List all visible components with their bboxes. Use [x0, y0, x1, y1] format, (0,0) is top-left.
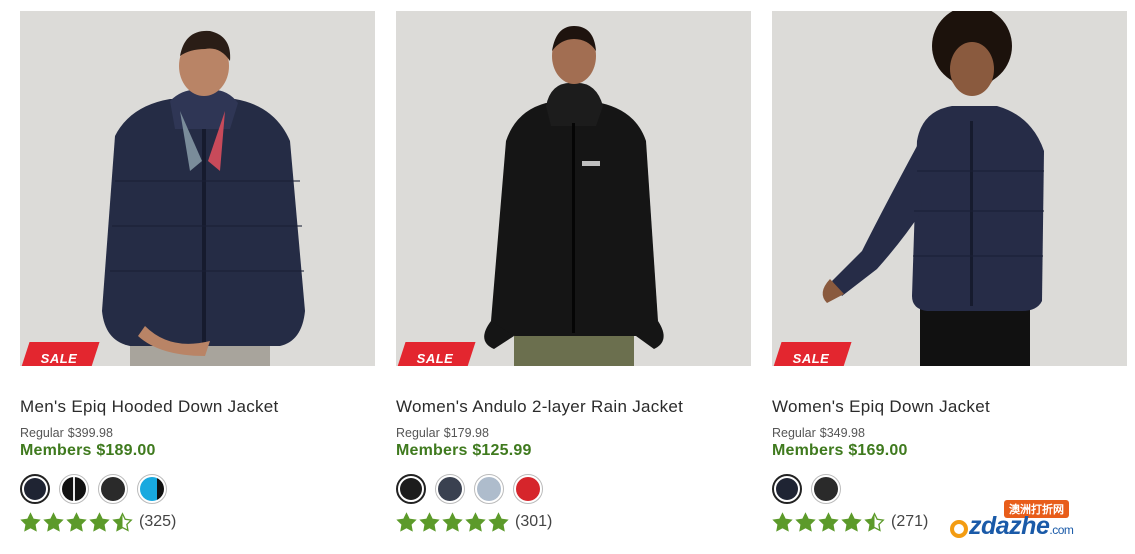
star-icon — [795, 511, 816, 532]
product-photo — [396, 11, 751, 366]
watermark-word: zdazhe.com — [950, 512, 1074, 541]
star-icon — [465, 511, 486, 532]
members-price: $125.99 — [472, 442, 532, 459]
star-rating — [772, 511, 885, 533]
members-label: Members — [772, 442, 844, 459]
color-swatch[interactable] — [137, 474, 167, 504]
color-swatch[interactable] — [20, 474, 50, 504]
star-icon — [112, 511, 133, 532]
color-swatch[interactable] — [59, 474, 89, 504]
watermark-suffix: .com — [1049, 523, 1074, 537]
product-image[interactable]: SALE — [396, 11, 751, 366]
review-count: (325) — [139, 513, 177, 530]
regular-price-row: Regular $349.98 — [772, 426, 1127, 440]
product-name[interactable]: Women's Epiq Down Jacket — [772, 397, 1127, 419]
product-grid: SALE Men's Epiq Hooded Down Jacket Regul… — [20, 11, 1127, 533]
members-price-row: Members $125.99 — [396, 442, 751, 460]
color-swatches — [20, 474, 375, 504]
rating[interactable]: (301) — [396, 511, 751, 533]
regular-label: Regular — [20, 426, 64, 440]
members-label: Members — [396, 442, 468, 459]
product-image[interactable]: SALE — [20, 11, 375, 366]
rating[interactable]: (325) — [20, 511, 375, 533]
color-swatch[interactable] — [772, 474, 802, 504]
star-rating — [20, 511, 133, 533]
star-icon — [20, 511, 41, 532]
product-name[interactable]: Men's Epiq Hooded Down Jacket — [20, 397, 375, 419]
star-icon — [89, 511, 110, 532]
star-icon — [772, 511, 793, 532]
members-price: $189.00 — [96, 442, 156, 459]
members-price-row: Members $189.00 — [20, 442, 375, 460]
review-count: (301) — [515, 513, 553, 530]
ring-icon — [950, 520, 968, 538]
regular-price-row: Regular $399.98 — [20, 426, 375, 440]
sale-badge: SALE — [396, 342, 476, 366]
regular-price: $349.98 — [819, 426, 865, 440]
regular-label: Regular — [772, 426, 816, 440]
star-icon — [841, 511, 862, 532]
members-price-row: Members $169.00 — [772, 442, 1127, 460]
product-photo — [772, 11, 1127, 366]
product-image[interactable]: SALE — [772, 11, 1127, 366]
members-price: $169.00 — [848, 442, 908, 459]
star-icon — [43, 511, 64, 532]
regular-label: Regular — [396, 426, 440, 440]
star-rating — [396, 511, 509, 533]
color-swatch[interactable] — [396, 474, 426, 504]
color-swatch[interactable] — [435, 474, 465, 504]
star-icon — [419, 511, 440, 532]
color-swatch[interactable] — [474, 474, 504, 504]
product-photo — [20, 11, 375, 366]
star-icon — [66, 511, 87, 532]
review-count: (271) — [891, 513, 929, 530]
star-icon — [488, 511, 509, 532]
watermark-text: zdazhe — [969, 512, 1050, 540]
product-card[interactable]: SALE Women's Epiq Down Jacket Regular $34… — [772, 11, 1127, 533]
members-label: Members — [20, 442, 92, 459]
color-swatches — [396, 474, 751, 504]
sale-badge: SALE — [20, 342, 100, 366]
star-icon — [864, 511, 885, 532]
color-swatch[interactable] — [811, 474, 841, 504]
sale-badge: SALE — [772, 342, 852, 366]
product-card[interactable]: SALE Men's Epiq Hooded Down Jacket Regul… — [20, 11, 375, 533]
watermark-logo: 澳洲打折网 zdazhe.com — [950, 500, 1120, 548]
regular-price: $179.98 — [443, 426, 489, 440]
star-icon — [396, 511, 417, 532]
product-name[interactable]: Women's Andulo 2-layer Rain Jacket — [396, 397, 751, 419]
regular-price: $399.98 — [67, 426, 113, 440]
star-icon — [442, 511, 463, 532]
color-swatch[interactable] — [513, 474, 543, 504]
star-icon — [818, 511, 839, 532]
regular-price-row: Regular $179.98 — [396, 426, 751, 440]
color-swatch[interactable] — [98, 474, 128, 504]
product-card[interactable]: SALE Women's Andulo 2-layer Rain Jacket … — [396, 11, 751, 533]
